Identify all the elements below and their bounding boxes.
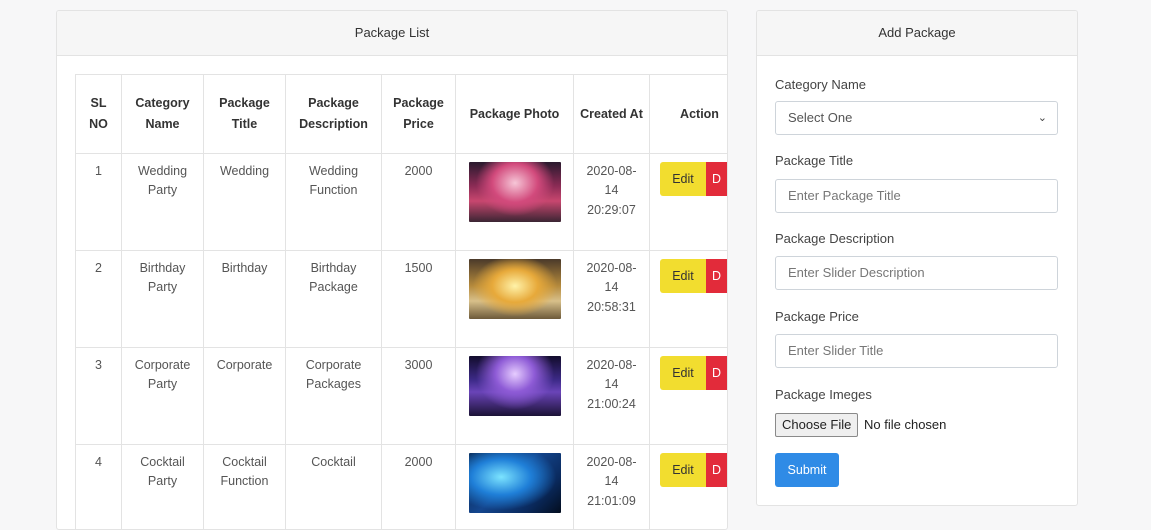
col-package-photo: Package Photo bbox=[456, 75, 574, 154]
cell-description: Cocktail bbox=[286, 445, 382, 530]
cell-action: EditD bbox=[650, 251, 729, 348]
cell-created: 2020-08-14 21:00:24 bbox=[574, 348, 650, 445]
col-package-title: Package Title bbox=[204, 75, 286, 154]
cell-price: 3000 bbox=[382, 348, 456, 445]
col-sl-no: SL NO bbox=[76, 75, 122, 154]
add-package-header: Add Package bbox=[757, 11, 1077, 56]
package-description-input[interactable]: Enter Slider Description bbox=[775, 256, 1058, 290]
col-created-at: Created At bbox=[574, 75, 650, 154]
cell-sl: 4 bbox=[76, 445, 122, 530]
package-title-input[interactable]: Enter Package Title bbox=[775, 179, 1058, 213]
delete-button[interactable]: D bbox=[706, 453, 728, 487]
package-list-header: Package List bbox=[57, 11, 727, 56]
wedding-stage-photo bbox=[469, 162, 561, 222]
cell-title: Wedding bbox=[204, 154, 286, 251]
cell-description: Corporate Packages bbox=[286, 348, 382, 445]
cell-price: 1500 bbox=[382, 251, 456, 348]
category-select-value: Select One bbox=[788, 110, 852, 125]
cell-description: Birthday Package bbox=[286, 251, 382, 348]
table-row: 3 Corporate Party Corporate Corporate Pa… bbox=[76, 348, 729, 445]
cell-title: Birthday bbox=[204, 251, 286, 348]
cell-category: Cocktail Party bbox=[122, 445, 204, 530]
package-description-label: Package Description bbox=[775, 231, 894, 246]
cell-description: Wedding Function bbox=[286, 154, 382, 251]
cell-sl: 1 bbox=[76, 154, 122, 251]
table-header-row: SL NO Category Name Package Title Packag… bbox=[76, 75, 729, 154]
package-list-card: Package List SL NO Category Name Package… bbox=[56, 10, 728, 530]
edit-button[interactable]: Edit bbox=[660, 259, 706, 293]
cell-created: 2020-08-14 20:29:07 bbox=[574, 154, 650, 251]
cell-action: EditD bbox=[650, 445, 729, 530]
cell-action: EditD bbox=[650, 348, 729, 445]
col-action: Action bbox=[650, 75, 729, 154]
table-row: 2 Birthday Party Birthday Birthday Packa… bbox=[76, 251, 729, 348]
package-table: SL NO Category Name Package Title Packag… bbox=[75, 74, 728, 530]
cell-title: Cocktail Function bbox=[204, 445, 286, 530]
package-price-input[interactable]: Enter Slider Title bbox=[775, 334, 1058, 368]
cell-sl: 3 bbox=[76, 348, 122, 445]
package-title-label: Package Title bbox=[775, 153, 853, 168]
cell-created: 2020-08-14 20:58:31 bbox=[574, 251, 650, 348]
file-status-text: No file chosen bbox=[864, 417, 946, 432]
cell-created: 2020-08-14 21:01:09 bbox=[574, 445, 650, 530]
cell-category: Wedding Party bbox=[122, 154, 204, 251]
choose-file-button[interactable]: Choose File bbox=[775, 413, 858, 437]
cell-title: Corporate bbox=[204, 348, 286, 445]
chevron-down-icon: ⌄ bbox=[1038, 102, 1047, 134]
cell-category: Corporate Party bbox=[122, 348, 204, 445]
add-package-card: Add Package Category Name Select One ⌄ P… bbox=[756, 10, 1078, 506]
cell-photo bbox=[456, 154, 574, 251]
delete-button[interactable]: D bbox=[706, 162, 728, 196]
edit-button[interactable]: Edit bbox=[660, 356, 706, 390]
package-table-wrapper: SL NO Category Name Package Title Packag… bbox=[75, 74, 728, 530]
cell-category: Birthday Party bbox=[122, 251, 204, 348]
cell-photo bbox=[456, 251, 574, 348]
table-row: 1 Wedding Party Wedding Wedding Function… bbox=[76, 154, 729, 251]
delete-button[interactable]: D bbox=[706, 356, 728, 390]
col-category-name: Category Name bbox=[122, 75, 204, 154]
corporate-hall-photo bbox=[469, 356, 561, 416]
edit-button[interactable]: Edit bbox=[660, 453, 706, 487]
table-row: 4 Cocktail Party Cocktail Function Cockt… bbox=[76, 445, 729, 530]
cell-action: EditD bbox=[650, 154, 729, 251]
cell-price: 2000 bbox=[382, 154, 456, 251]
package-price-label: Package Price bbox=[775, 309, 859, 324]
col-package-price: Package Price bbox=[382, 75, 456, 154]
cell-photo bbox=[456, 348, 574, 445]
category-name-label: Category Name bbox=[775, 77, 866, 92]
col-package-description: Package Description bbox=[286, 75, 382, 154]
cocktail-lights-photo bbox=[469, 453, 561, 513]
cell-price: 2000 bbox=[382, 445, 456, 530]
submit-button[interactable]: Submit bbox=[775, 453, 839, 487]
cell-photo bbox=[456, 445, 574, 530]
category-select[interactable]: Select One ⌄ bbox=[775, 101, 1058, 135]
delete-button[interactable]: D bbox=[706, 259, 728, 293]
birthday-decor-photo bbox=[469, 259, 561, 319]
edit-button[interactable]: Edit bbox=[660, 162, 706, 196]
package-images-label: Package Imeges bbox=[775, 387, 872, 402]
cell-sl: 2 bbox=[76, 251, 122, 348]
